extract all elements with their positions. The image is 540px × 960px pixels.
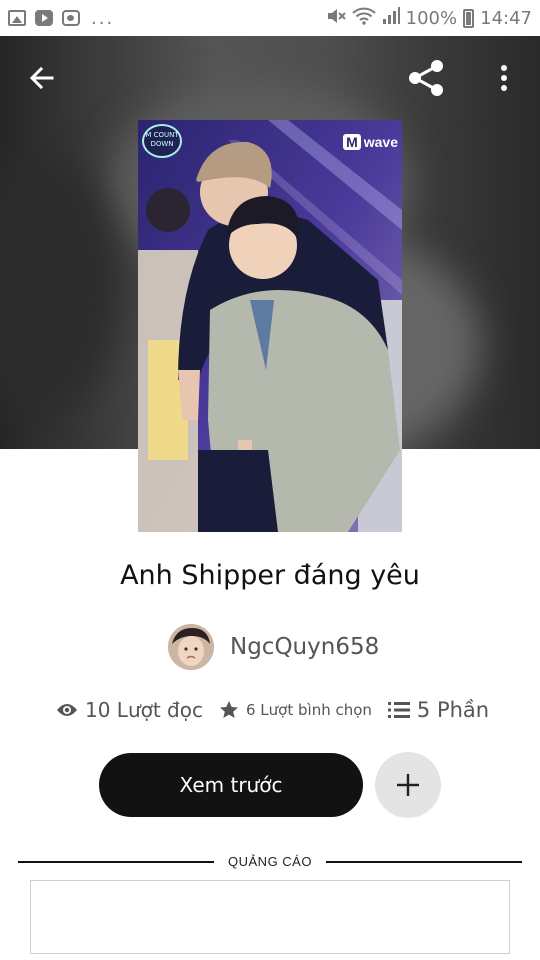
share-icon: [409, 60, 443, 96]
ad-divider: QUẢNG CÁO: [18, 854, 522, 869]
preview-button[interactable]: Xem trước: [99, 753, 363, 817]
parts-stat[interactable]: 5 Phần: [387, 698, 489, 722]
avatar-image: [168, 624, 214, 670]
battery-icon: [463, 8, 475, 28]
youtube-icon: [35, 10, 53, 26]
reads-count: 10 Lượt đọc: [85, 698, 203, 722]
author-profile[interactable]: NgcQuyn658: [168, 624, 379, 670]
system-icons: 100% 14:47: [326, 7, 532, 29]
more-options-button[interactable]: [482, 56, 526, 100]
clock: 14:47: [480, 7, 532, 29]
list-icon: [387, 702, 410, 718]
add-to-library-button[interactable]: [375, 752, 441, 818]
backdrop-blur: [0, 156, 120, 416]
back-button[interactable]: [20, 56, 64, 100]
arrow-left-icon: [29, 66, 54, 90]
reads-stat: 10 Lượt đọc: [56, 698, 203, 722]
star-icon: [220, 701, 238, 718]
story-title: Anh Shipper đáng yêu: [120, 560, 420, 591]
cover-logo: M COUNT DOWN: [142, 124, 182, 158]
signal-icon: [382, 7, 400, 29]
votes-count: 6 Lượt bình chọn: [246, 701, 372, 719]
photo-icon: [8, 10, 26, 26]
cover-brand: Mwave: [343, 134, 398, 150]
votes-stat: 6 Lượt bình chọn: [219, 700, 372, 720]
share-button[interactable]: [404, 56, 448, 100]
story-stats: 10 Lượt đọc 6 Lượt bình chọn 5 Phần: [56, 698, 496, 722]
ad-slot[interactable]: [30, 880, 510, 954]
parts-count[interactable]: 5 Phần: [417, 698, 489, 722]
avatar[interactable]: [168, 624, 214, 670]
message-icon: [62, 10, 80, 26]
battery-percent: 100%: [405, 7, 458, 29]
wifi-icon: [351, 7, 376, 29]
status-bar: ... 100% 14:47: [0, 0, 540, 36]
plus-icon: [397, 774, 419, 796]
cover-photo: [138, 120, 402, 532]
more-vertical-icon: [501, 65, 507, 91]
divider-line: [325, 860, 522, 863]
mute-icon: [326, 7, 346, 29]
divider-line: [18, 860, 215, 863]
ad-label: QUẢNG CÁO: [228, 854, 312, 869]
author-name[interactable]: NgcQuyn658: [230, 634, 379, 660]
story-cover[interactable]: M COUNT DOWN Mwave: [138, 120, 402, 532]
more-notifications: ...: [91, 7, 115, 29]
notification-icons: ...: [8, 8, 114, 29]
eye-icon: [57, 704, 77, 716]
